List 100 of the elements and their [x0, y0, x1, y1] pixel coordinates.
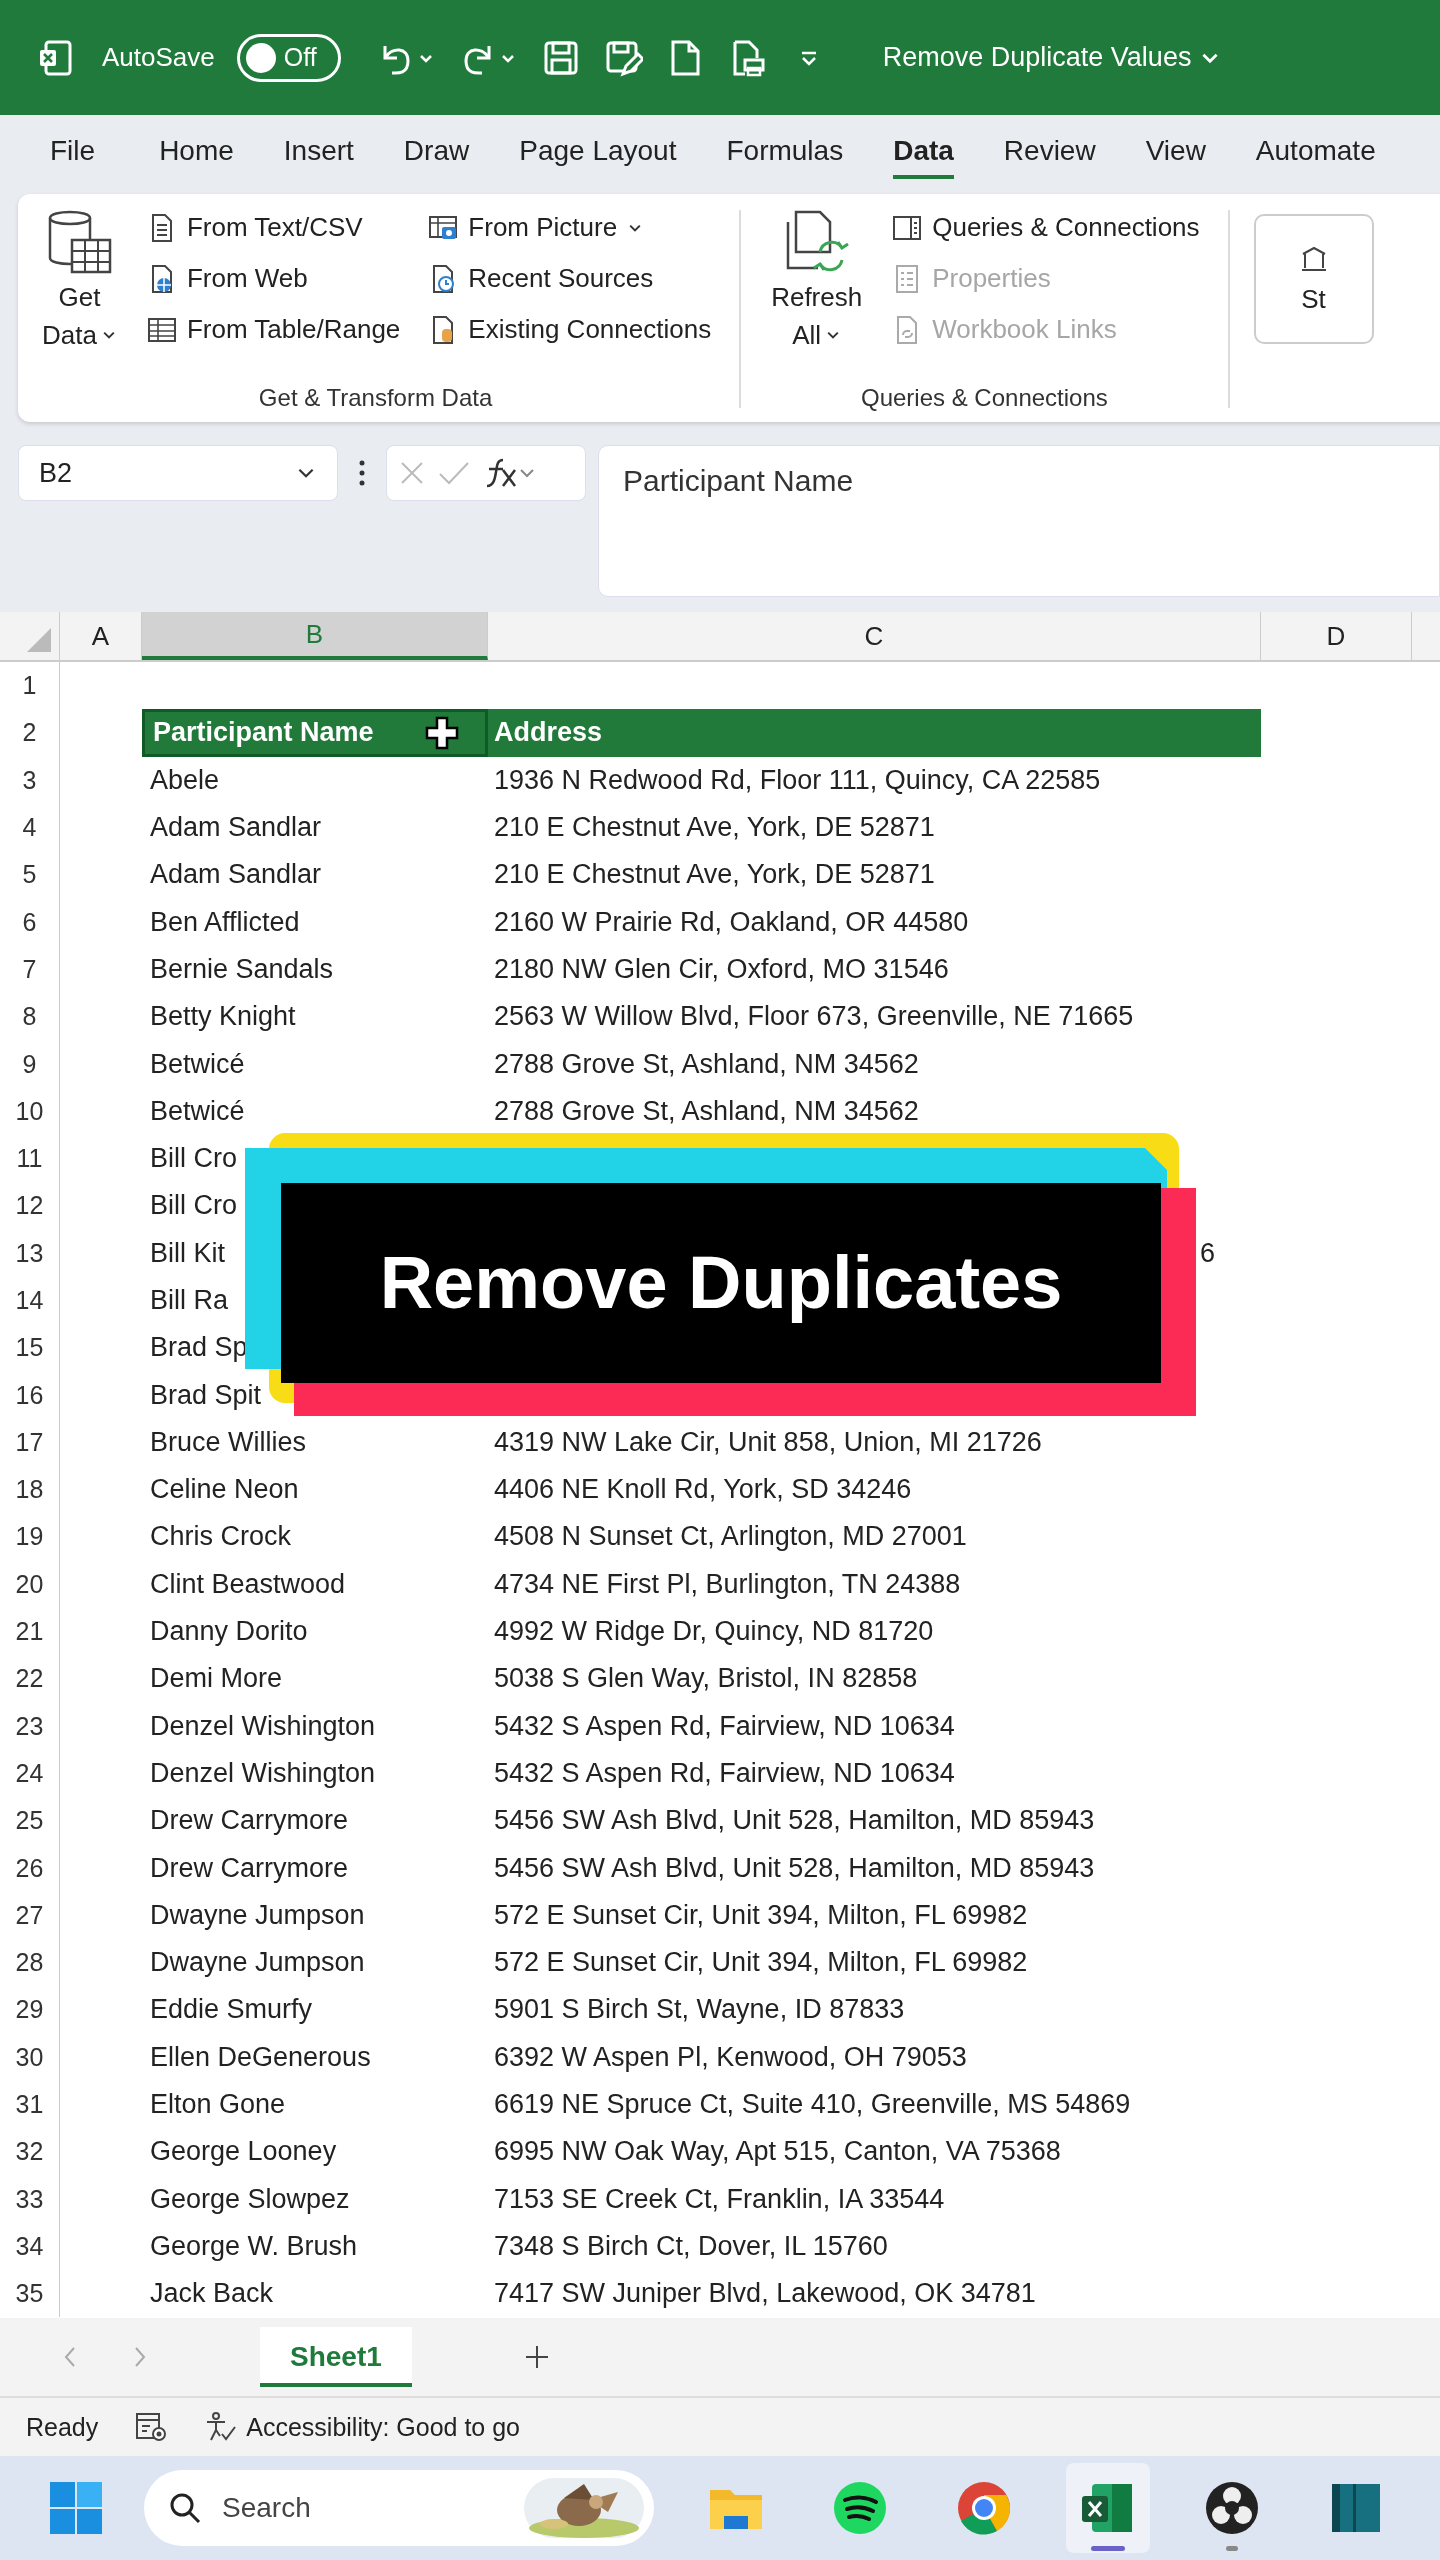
column-header[interactable]: B [142, 612, 488, 660]
table-cell: 2160 W Prairie Rd, Oakland, OR 44580 [494, 906, 969, 938]
group-label: Queries & Connections [859, 384, 1109, 413]
row-number[interactable]: 22 [0, 1655, 60, 1703]
row-number[interactable]: 11 [0, 1134, 60, 1183]
row-number[interactable]: 31 [0, 2080, 60, 2129]
table-cell: 6 [1199, 1237, 1215, 1269]
row-number[interactable]: 17 [0, 1418, 60, 1467]
status-text: Ready [26, 2412, 99, 2442]
row-number[interactable]: 20 [0, 1560, 60, 1608]
menu-tab[interactable]: Automate [1255, 126, 1376, 179]
start-icon[interactable] [48, 2480, 104, 2537]
table-cell: 5038 S Glen Way, Bristol, IN 82858 [494, 1663, 918, 1695]
table-cell: 6619 NE Spruce Ct, Suite 410, Greenville, MS 54869 [494, 2089, 1131, 2121]
row-number[interactable]: 28 [0, 1939, 60, 1987]
row-number[interactable]: 33 [0, 2175, 60, 2223]
table-cell: 5456 SW Ash Blvd, Unit 528, Hamilton, MD 85943 [494, 1852, 1095, 1884]
row-number[interactable]: 30 [0, 2033, 60, 2081]
menu-tab[interactable]: Review [1003, 126, 1096, 179]
table-cell: 572 E Sunset Cir, Unit 394, Milton, FL 69982 [494, 1947, 1028, 1979]
row-number[interactable]: 27 [0, 1891, 60, 1939]
search-input[interactable]: Search [220, 2491, 506, 2526]
row-number[interactable]: 7 [0, 945, 60, 994]
ribbon-button[interactable]: From Table/Range [142, 306, 405, 353]
table-cell-text: Drew Carrymore [149, 1804, 350, 1838]
menu-tab[interactable]: Insert [283, 126, 354, 179]
row-number[interactable]: 5 [0, 851, 60, 899]
row-number[interactable]: 34 [0, 2222, 60, 2271]
document-title[interactable]: Remove Duplicate Values [882, 42, 1222, 73]
row-number[interactable]: 26 [0, 1844, 60, 1892]
row-number[interactable]: 23 [0, 1702, 60, 1750]
column-header[interactable]: C [488, 612, 1261, 660]
table-cell: 1936 N Redwood Rd, Floor 111, Quincy, CA 22585 [494, 764, 1101, 796]
more-icon[interactable] [358, 458, 366, 488]
row-number[interactable]: 4 [0, 803, 60, 852]
ribbon-button[interactable]: Recent Sources [424, 255, 716, 302]
name-box[interactable]: B2 [18, 445, 338, 501]
table-cell: 4319 NW Lake Cir, Unit 858, Union, MI 21726 [494, 1426, 1042, 1458]
row-number[interactable]: 10 [0, 1087, 60, 1135]
menu-tab[interactable]: Home [159, 126, 234, 179]
banner-title: Remove Duplicates [379, 1242, 1063, 1324]
ribbon-button[interactable]: Existing Connections [424, 306, 716, 353]
menu-tab[interactable]: Page Layout [519, 126, 677, 179]
menu-tab[interactable]: Formulas [726, 126, 844, 179]
table-cell-text: Chris Crock [149, 1520, 292, 1554]
table-cell-text: Denzel Wishington [149, 1756, 377, 1790]
row-number[interactable]: 19 [0, 1513, 60, 1561]
row-number[interactable]: 1 [0, 662, 60, 710]
table-cell-text: Adam Sandlar [149, 858, 323, 892]
table-cell-text: Celine Neon [149, 1473, 300, 1507]
row-number[interactable]: 8 [0, 993, 60, 1041]
row-number[interactable]: 3 [0, 756, 60, 804]
table-cell-text: Bill Cro [149, 1189, 238, 1223]
autosave-label: AutoSave [102, 42, 215, 73]
row-number[interactable]: 14 [0, 1276, 60, 1325]
table-cell: 572 E Sunset Cir, Unit 394, Milton, FL 69982 [494, 1899, 1028, 1931]
row-number[interactable]: 6 [0, 898, 60, 946]
menu-tab[interactable]: Data [893, 126, 954, 179]
table-cell-text: Bernie Sandals [149, 952, 335, 986]
row-number[interactable]: 9 [0, 1040, 60, 1088]
row-number[interactable]: 35 [0, 2270, 60, 2318]
table-cell-text: Brad Spit [149, 1378, 263, 1412]
ribbon-button[interactable]: From Web [142, 255, 405, 302]
row-number[interactable]: 32 [0, 2128, 60, 2176]
table-cell-text: Eddie Smurfy [149, 1993, 314, 2027]
table-cell-text: Ellen DeGenerous [149, 2040, 372, 2074]
sheet-tab[interactable]: Sheet1 [260, 2327, 412, 2388]
row-number[interactable]: 13 [0, 1229, 60, 1277]
ribbon-button[interactable]: St [1253, 214, 1374, 344]
row-number[interactable]: 2 [0, 709, 60, 757]
taskbar-button[interactable] [1066, 2463, 1150, 2554]
formula-field[interactable]: Participant Name [598, 445, 1440, 597]
table-cell: 4734 NE First Pl, Burlington, TN 24388 [494, 1568, 961, 1600]
menu-tab[interactable]: File [50, 126, 96, 179]
table-cell: 210 E Chestnut Ave, York, DE 52871 [494, 812, 935, 844]
row-number[interactable]: 21 [0, 1607, 60, 1656]
ribbon-button[interactable]: Queries & Connections [888, 204, 1204, 251]
table-cell-text: Betty Knight [149, 1000, 297, 1034]
table-cell-text: George Slowpez [149, 2182, 351, 2216]
row-number[interactable]: 12 [0, 1182, 60, 1230]
menu-tab[interactable]: View [1145, 126, 1206, 179]
large-ribbon-button[interactable]: Get Data [36, 204, 123, 358]
row-number[interactable]: 29 [0, 1986, 60, 2034]
row-number[interactable]: 18 [0, 1466, 60, 1514]
menu-tab[interactable]: Draw [403, 126, 470, 179]
search-bar[interactable]: Search [144, 2470, 654, 2547]
table-cell: 4992 W Ridge Dr, Quincy, ND 81720 [494, 1616, 934, 1648]
row-number[interactable]: 24 [0, 1749, 60, 1798]
accessibility-status[interactable]: Accessibility: Good to go [204, 2410, 520, 2445]
column-header[interactable]: D [1261, 612, 1412, 660]
table-cell-text: Bill Kit [149, 1236, 226, 1270]
table-cell-text: Bill Cro [149, 1142, 238, 1176]
autosave-toggle[interactable]: Off [236, 33, 341, 82]
row-number[interactable]: 16 [0, 1371, 60, 1419]
table-cell-text: Demi More [149, 1662, 284, 1696]
ribbon-button[interactable]: From Picture [424, 204, 716, 251]
ribbon-button[interactable]: From Text/CSV [142, 204, 405, 251]
row-number[interactable]: 15 [0, 1324, 60, 1372]
row-number[interactable]: 25 [0, 1797, 60, 1845]
large-ribbon-button[interactable]: Refresh All [765, 204, 869, 358]
